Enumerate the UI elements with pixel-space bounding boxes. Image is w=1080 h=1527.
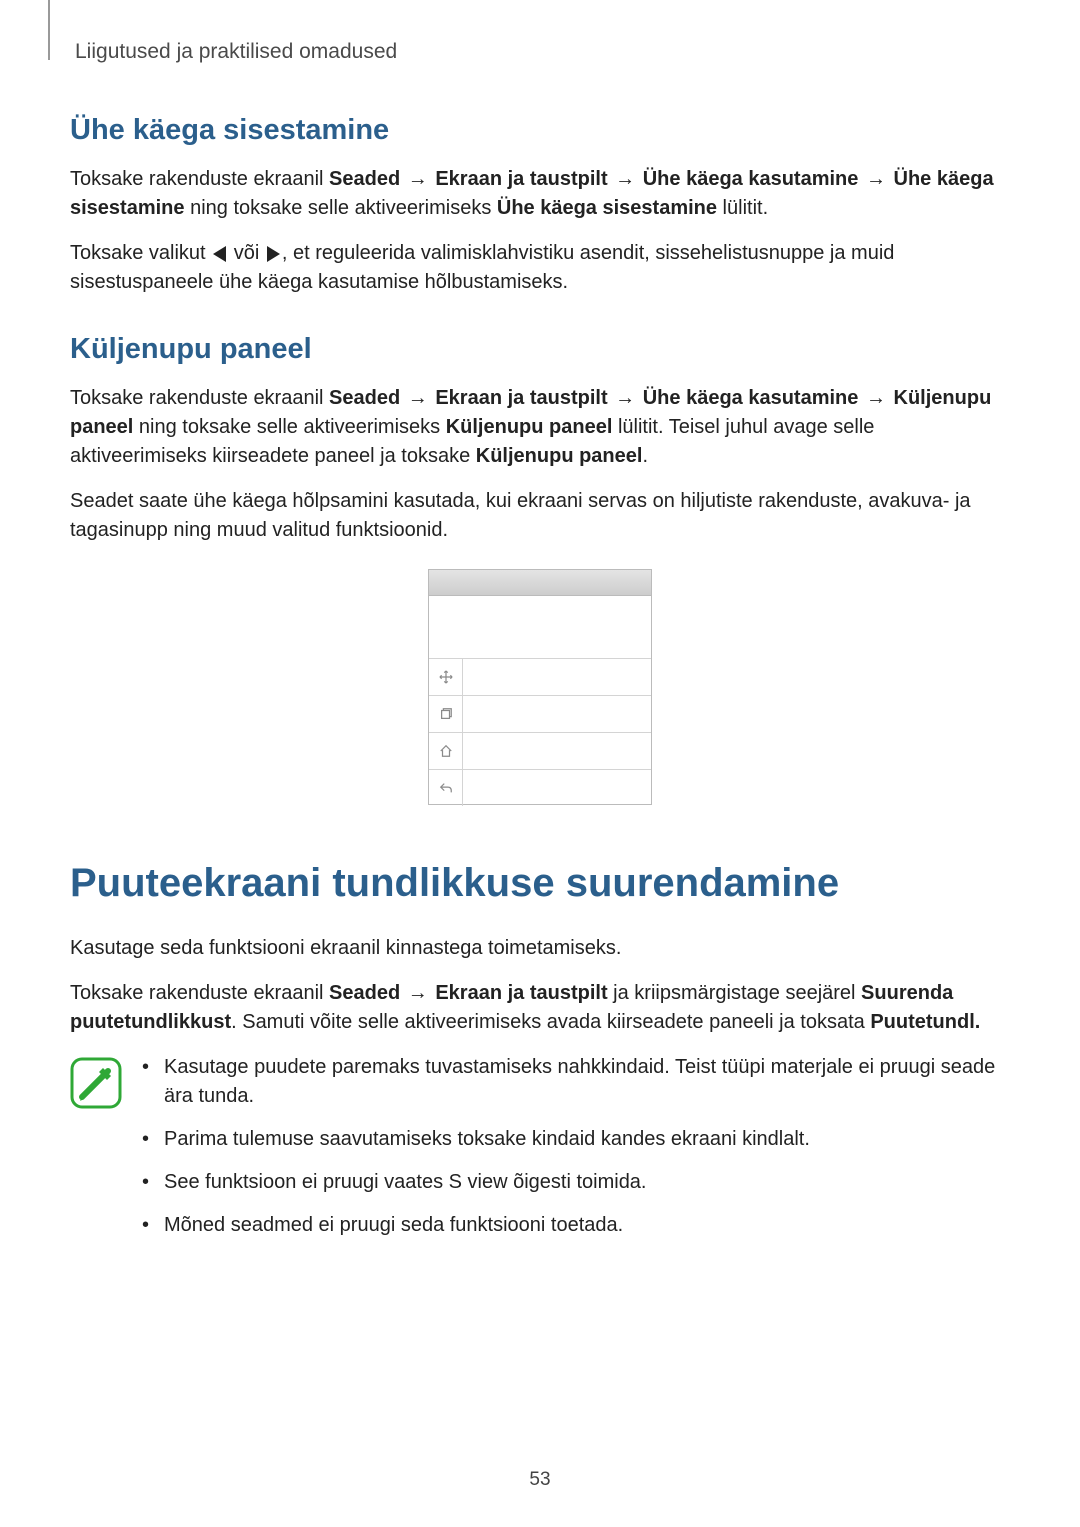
device-illustration [70, 569, 1010, 805]
arrow-icon: → [402, 387, 433, 409]
note-list: Kasutage puudete paremaks tuvastamiseks … [142, 1053, 1010, 1254]
arrow-icon: → [402, 168, 433, 190]
text: või [228, 242, 265, 264]
text: Toksake rakenduste ekraanil [70, 168, 329, 190]
text: ja kriipsmärgistage seejärel [608, 982, 861, 1004]
bold-text: Ühe käega kasutamine [643, 168, 859, 190]
triangle-left-icon [213, 246, 226, 262]
paragraph: Toksake rakenduste ekraanil Seaded → Ekr… [70, 979, 1010, 1037]
bold-text: Ekraan ja taustpilt [435, 168, 607, 190]
arrow-icon: → [610, 168, 641, 190]
page-number: 53 [0, 1469, 1080, 1491]
triangle-right-icon [267, 246, 280, 262]
list-item: See funktsioon ei pruugi vaates S view õ… [142, 1168, 1010, 1197]
paragraph: Toksake valikut või , et reguleerida val… [70, 239, 1010, 297]
text: ning toksake selle aktiveerimiseks [185, 197, 497, 219]
note-block: Kasutage puudete paremaks tuvastamiseks … [70, 1053, 1010, 1254]
heading-side-panel: Küljenupu paneel [70, 333, 1010, 366]
arrow-icon: → [610, 387, 641, 409]
home-icon [429, 733, 463, 769]
text: Toksake rakenduste ekraanil [70, 982, 329, 1004]
text: lülitit. [717, 197, 768, 219]
paragraph: Seadet saate ühe käega hõlpsamini kasuta… [70, 487, 1010, 545]
arrow-icon: → [860, 387, 891, 409]
device-statusbar [429, 570, 651, 596]
device-frame [428, 569, 652, 805]
note-icon [70, 1057, 122, 1109]
header-separator [48, 0, 50, 60]
bold-text: Ekraan ja taustpilt [435, 387, 607, 409]
bold-text: Ühe käega sisestamine [497, 197, 717, 219]
text: . Samuti võite selle aktiveerimiseks ava… [231, 1011, 870, 1033]
bold-text: Seaded [329, 168, 400, 190]
arrow-icon: → [402, 982, 433, 1004]
device-row [429, 695, 651, 732]
list-item: Parima tulemuse saavutamiseks toksake ki… [142, 1125, 1010, 1154]
arrow-icon: → [860, 168, 891, 190]
text: ning toksake selle aktiveerimiseks [133, 416, 445, 438]
device-row [429, 658, 651, 695]
text: . [642, 445, 648, 467]
text: Toksake rakenduste ekraanil [70, 387, 329, 409]
device-row [429, 769, 651, 806]
device-blank-area [429, 596, 651, 658]
bold-text: Ühe käega kasutamine [643, 387, 859, 409]
paragraph: Toksake rakenduste ekraanil Seaded → Ekr… [70, 384, 1010, 471]
device-row [429, 732, 651, 769]
bold-text: Seaded [329, 982, 400, 1004]
recent-apps-icon [429, 696, 463, 732]
heading-one-hand-input: Ühe käega sisestamine [70, 114, 1010, 147]
bold-text: Küljenupu paneel [446, 416, 613, 438]
section-title-touchscreen: Puuteekraani tundlikkuse suurendamine [70, 861, 1010, 906]
bold-text: Puutetundl. [870, 1011, 980, 1033]
back-icon [429, 770, 463, 806]
list-item: Mõned seadmed ei pruugi seda funktsiooni… [142, 1211, 1010, 1240]
text: Toksake valikut [70, 242, 211, 264]
breadcrumb: Liigutused ja praktilised omadused [75, 40, 1010, 64]
list-item: Kasutage puudete paremaks tuvastamiseks … [142, 1053, 1010, 1111]
bold-text: Seaded [329, 387, 400, 409]
bold-text: Ekraan ja taustpilt [435, 982, 607, 1004]
move-icon [429, 659, 463, 695]
bold-text: Küljenupu paneel [476, 445, 643, 467]
paragraph: Kasutage seda funktsiooni ekraanil kinna… [70, 934, 1010, 963]
paragraph: Toksake rakenduste ekraanil Seaded → Ekr… [70, 165, 1010, 223]
